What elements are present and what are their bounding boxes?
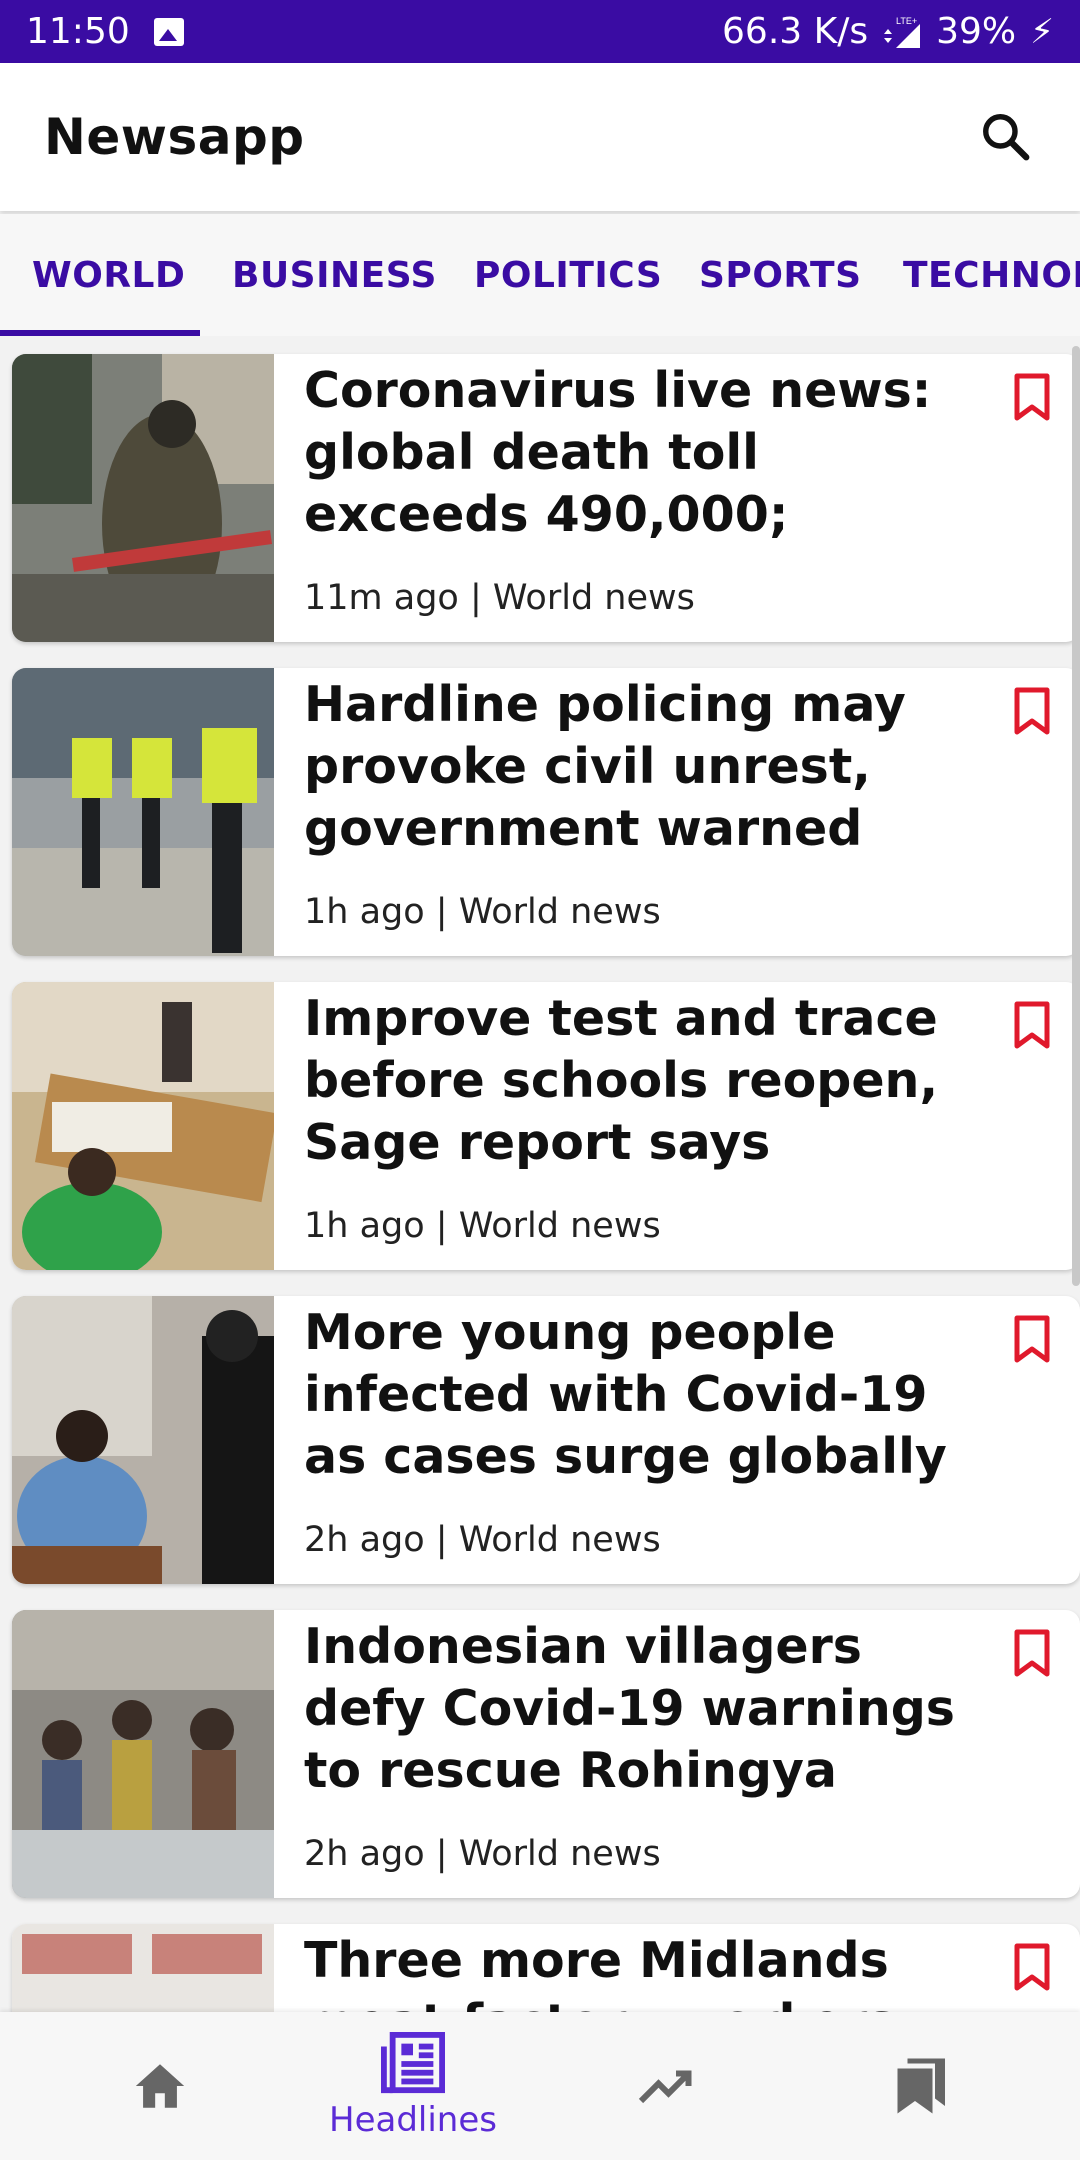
image-notification-icon bbox=[153, 17, 184, 46]
article-card[interactable]: Coronavirus live news: global death toll… bbox=[12, 354, 1080, 642]
article-meta: 2h ago | World news bbox=[304, 1834, 661, 1874]
charging-icon: ⚡ bbox=[1030, 11, 1054, 52]
bookmark-icon[interactable] bbox=[1012, 1000, 1052, 1050]
article-card[interactable]: Three more Midlands meat factory workers… bbox=[12, 1924, 1080, 2012]
article-list[interactable]: Coronavirus live news: global death toll… bbox=[0, 336, 1080, 2012]
nav-headlines-label: Headlines bbox=[329, 2100, 497, 2140]
article-headline: Improve test and trace before schools re… bbox=[304, 990, 939, 1171]
nav-headlines[interactable]: Headlines bbox=[278, 2012, 548, 2160]
article-headline: Indonesian villagers defy Covid-19 warni… bbox=[304, 1618, 955, 1799]
article-meta: 2h ago | World news bbox=[304, 1520, 661, 1560]
bookmark-icon[interactable] bbox=[1012, 1628, 1052, 1678]
article-headline: Three more Midlands meat factory workers… bbox=[304, 1932, 896, 2012]
article-thumbnail bbox=[12, 1924, 274, 2012]
bookmark-icon[interactable] bbox=[1012, 1314, 1052, 1364]
headlines-icon bbox=[381, 2032, 445, 2094]
tab-technology[interactable]: TECHNOLO bbox=[903, 214, 1080, 336]
trending-icon bbox=[638, 2070, 692, 2104]
battery-level: 39% bbox=[936, 11, 1017, 52]
article-meta: 1h ago | World news bbox=[304, 892, 661, 932]
tab-world[interactable]: WORLD bbox=[32, 214, 185, 336]
article-thumbnail bbox=[12, 354, 274, 642]
category-tabs: WORLD BUSINESS POLITICS SPORTS TECHNOLO bbox=[0, 214, 1080, 336]
home-icon bbox=[135, 2064, 185, 2108]
list-scrollbar[interactable] bbox=[1072, 346, 1080, 1286]
article-thumbnail bbox=[12, 1610, 274, 1898]
article-card[interactable]: Hardline policing may provoke civil unre… bbox=[12, 668, 1080, 956]
app-title: Newsapp bbox=[44, 108, 305, 166]
nav-home[interactable] bbox=[25, 2012, 295, 2160]
tab-sports[interactable]: SPORTS bbox=[699, 214, 862, 336]
nav-bookmarks[interactable] bbox=[785, 2012, 1055, 2160]
article-thumbnail bbox=[12, 1296, 274, 1584]
article-meta: 11m ago | World news bbox=[304, 578, 695, 618]
bottom-navigation: Headlines bbox=[0, 2012, 1080, 2160]
article-headline: Coronavirus live news: global death toll… bbox=[304, 362, 932, 543]
article-card[interactable]: Indonesian villagers defy Covid-19 warni… bbox=[12, 1610, 1080, 1898]
tab-politics[interactable]: POLITICS bbox=[474, 214, 662, 336]
article-thumbnail bbox=[12, 668, 274, 956]
article-headline: Hardline policing may provoke civil unre… bbox=[304, 676, 906, 857]
tab-business[interactable]: BUSINESS bbox=[232, 214, 437, 336]
article-thumbnail bbox=[12, 982, 274, 1270]
bookmark-icon[interactable] bbox=[1012, 372, 1052, 422]
article-meta: 1h ago | World news bbox=[304, 1206, 661, 1246]
search-icon bbox=[983, 114, 1030, 161]
article-card[interactable]: Improve test and trace before schools re… bbox=[12, 982, 1080, 1270]
svg-text:LTE+: LTE+ bbox=[896, 16, 917, 26]
article-card[interactable]: More young people infected with Covid-19… bbox=[12, 1296, 1080, 1584]
bookmarks-icon bbox=[897, 2058, 945, 2114]
status-time: 11:50 bbox=[26, 11, 130, 52]
status-bar: 11:50 66.3 K/s LTE+ 39% ⚡ bbox=[0, 0, 1080, 63]
nav-trending[interactable] bbox=[531, 2012, 801, 2160]
article-headline: More young people infected with Covid-19… bbox=[304, 1304, 947, 1485]
bookmark-icon[interactable] bbox=[1012, 1942, 1052, 1992]
lte-signal-icon: LTE+ bbox=[884, 16, 921, 48]
search-button[interactable] bbox=[976, 107, 1036, 167]
bookmark-icon[interactable] bbox=[1012, 686, 1052, 736]
network-speed: 66.3 K/s bbox=[722, 11, 869, 52]
app-bar: Newsapp bbox=[0, 63, 1080, 211]
